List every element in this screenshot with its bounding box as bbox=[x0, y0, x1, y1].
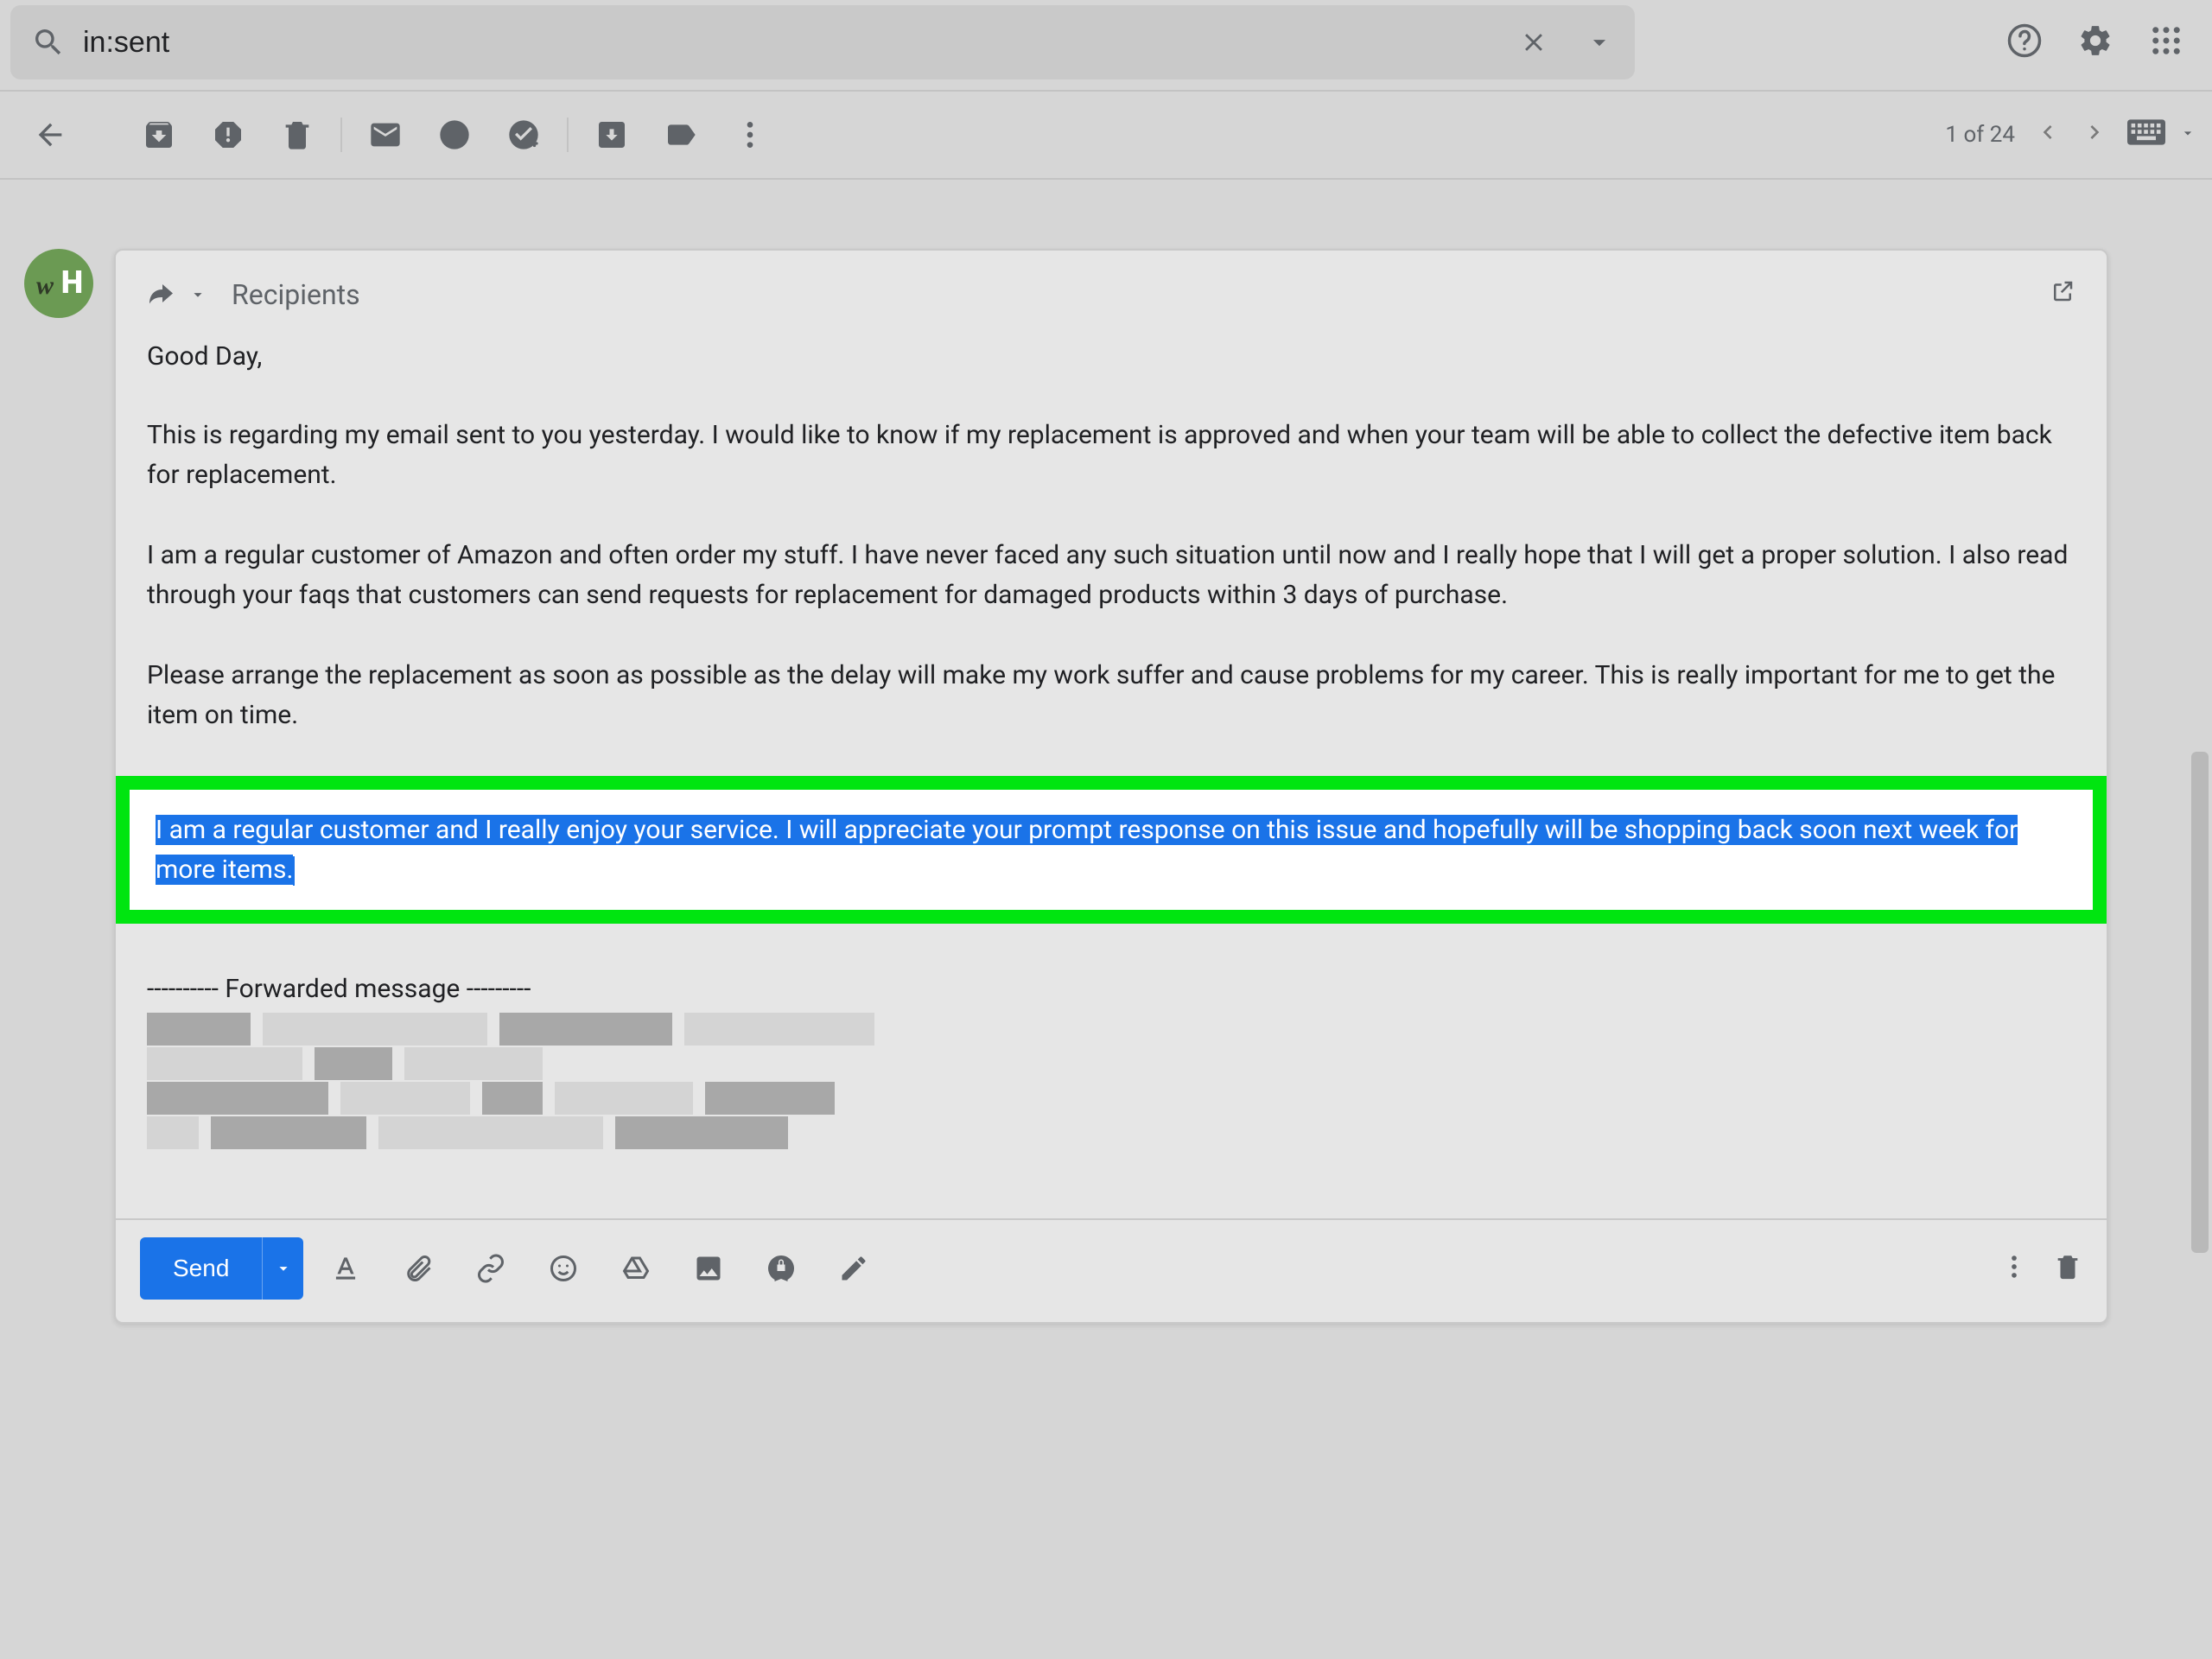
compose-card: Recipients Good Day, This is regarding m… bbox=[114, 249, 2108, 1324]
mark-unread-button[interactable] bbox=[351, 109, 420, 161]
highlighted-selection-frame: I am a regular customer and I really enj… bbox=[116, 776, 2107, 924]
move-to-button[interactable] bbox=[577, 109, 646, 161]
text-cursor bbox=[293, 856, 295, 886]
toolbar-separator bbox=[340, 118, 342, 152]
avatar-letter: w bbox=[36, 271, 54, 301]
discard-draft-icon[interactable] bbox=[2053, 1252, 2082, 1285]
header-right bbox=[2006, 22, 2202, 62]
greeting-line[interactable]: Good Day, bbox=[147, 337, 2075, 378]
recipients-row[interactable]: Recipients bbox=[116, 251, 2107, 327]
redacted-line bbox=[147, 1047, 2075, 1080]
insert-signature-icon[interactable] bbox=[823, 1246, 884, 1291]
attach-icon[interactable] bbox=[388, 1246, 448, 1291]
search-box[interactable] bbox=[10, 5, 1635, 79]
apps-icon[interactable] bbox=[2148, 22, 2184, 62]
insert-drive-icon[interactable] bbox=[606, 1246, 666, 1291]
redacted-line bbox=[147, 1116, 2075, 1149]
toolbar-separator bbox=[567, 118, 569, 152]
search-icon bbox=[31, 25, 66, 60]
compose-body[interactable]: Good Day, This is regarding my email sen… bbox=[116, 327, 2107, 924]
insert-photo-icon[interactable] bbox=[678, 1246, 739, 1291]
input-tools-caret-icon[interactable] bbox=[2184, 122, 2196, 148]
emoji-icon[interactable] bbox=[533, 1246, 594, 1291]
confidential-mode-icon[interactable] bbox=[751, 1246, 811, 1291]
page-prev-button[interactable] bbox=[2034, 118, 2062, 152]
body-paragraph[interactable]: This is regarding my email sent to you y… bbox=[147, 416, 2075, 496]
archive-button[interactable] bbox=[124, 109, 194, 161]
compose-footer-right bbox=[1999, 1252, 2082, 1285]
scrollbar-thumb[interactable] bbox=[2191, 752, 2209, 1253]
search-options-icon[interactable] bbox=[1585, 28, 1614, 57]
avatar-letter: H bbox=[61, 264, 83, 301]
settings-icon[interactable] bbox=[2077, 22, 2113, 62]
delete-button[interactable] bbox=[263, 109, 332, 161]
forwarded-header: ---------- Forwarded message --------- bbox=[147, 974, 2075, 1004]
snooze-button[interactable] bbox=[420, 109, 489, 161]
message-toolbar: 1 of 24 bbox=[0, 92, 2212, 178]
compose-more-icon[interactable] bbox=[1999, 1252, 2029, 1285]
reply-type-caret-icon[interactable] bbox=[188, 278, 207, 311]
input-tools-icon[interactable] bbox=[2127, 119, 2165, 151]
toolbar-right: 1 of 24 bbox=[1945, 118, 2196, 152]
body-paragraph[interactable]: Please arrange the replacement as soon a… bbox=[147, 656, 2075, 736]
forward-icon bbox=[147, 279, 178, 310]
header-search-row bbox=[0, 0, 2212, 85]
labels-button[interactable] bbox=[646, 109, 715, 161]
recipients-label[interactable]: Recipients bbox=[232, 278, 360, 311]
back-button[interactable] bbox=[16, 109, 85, 161]
send-options-button[interactable] bbox=[262, 1237, 303, 1300]
send-button[interactable]: Send bbox=[140, 1237, 262, 1300]
body-paragraph[interactable]: I am a regular customer of Amazon and of… bbox=[147, 536, 2075, 616]
forwarded-block[interactable]: ---------- Forwarded message --------- bbox=[116, 924, 2107, 1218]
pager-count: 1 of 24 bbox=[1945, 122, 2015, 148]
help-icon[interactable] bbox=[2006, 22, 2043, 62]
insert-link-icon[interactable] bbox=[461, 1246, 521, 1291]
more-button[interactable] bbox=[715, 109, 785, 161]
formatting-icon[interactable] bbox=[315, 1246, 376, 1291]
clear-search-icon[interactable] bbox=[1519, 28, 1548, 57]
popout-icon[interactable] bbox=[2050, 278, 2075, 311]
page-next-button[interactable] bbox=[2081, 118, 2108, 152]
search-input[interactable] bbox=[66, 26, 1502, 60]
send-button-group: Send bbox=[140, 1237, 303, 1300]
sender-avatar[interactable]: w H bbox=[24, 249, 93, 318]
compose-footer: Send bbox=[116, 1220, 2107, 1322]
redacted-line bbox=[147, 1013, 2075, 1046]
report-spam-button[interactable] bbox=[194, 109, 263, 161]
add-to-tasks-button[interactable] bbox=[489, 109, 558, 161]
redacted-line bbox=[147, 1082, 2075, 1115]
selected-text[interactable]: I am a regular customer and I really enj… bbox=[156, 815, 2018, 886]
content-row: w H Recipients Good Day, This is regardi… bbox=[0, 180, 2212, 1324]
